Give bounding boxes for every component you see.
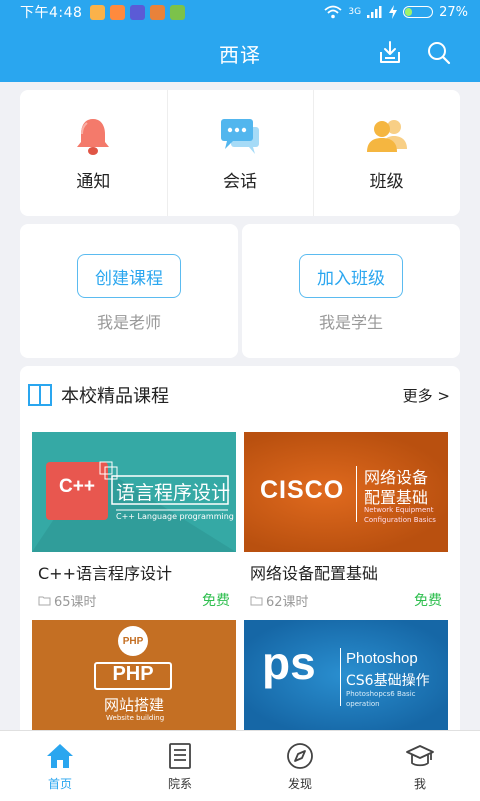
thumb-badge: CISCO xyxy=(260,476,345,504)
course-meta: 62课时 免费 xyxy=(244,590,448,610)
app-notification-icon xyxy=(150,4,166,20)
course-thumbnail: PHP PHP 网站搭建 Website building xyxy=(32,620,236,730)
more-link[interactable]: 更多 > xyxy=(403,385,450,406)
student-caption: 我是学生 xyxy=(318,313,383,332)
status-time: 下午4:48 xyxy=(20,5,83,21)
quick-action-notice[interactable]: 通知 xyxy=(20,90,167,216)
quick-action-class[interactable]: 班级 xyxy=(313,90,460,216)
student-card: 加入班级 我是学生 xyxy=(242,224,460,358)
nav-label: 院系 xyxy=(167,776,192,791)
download-button[interactable] xyxy=(375,38,405,68)
battery-icon xyxy=(403,6,434,18)
thumb-heading: 网站搭建 xyxy=(104,696,165,714)
status-bar: 下午4:48 3G 27% xyxy=(0,0,480,24)
thumb-subtitle: Website building xyxy=(106,714,165,722)
nav-label: 发现 xyxy=(287,776,312,791)
thumb-subtitle: C++ Language programming xyxy=(116,512,234,521)
thumb-badge: C++ xyxy=(59,476,95,497)
thumb-heading-line1: Photoshop xyxy=(346,650,418,667)
thumb-badge: PHP xyxy=(112,663,154,685)
list-icon xyxy=(169,742,191,769)
app-notification-icon xyxy=(110,4,126,20)
thumb-circle: PHP xyxy=(118,626,148,656)
course-card[interactable]: C++ 语言程序设计 C++ Language programming C++语… xyxy=(32,432,236,610)
create-course-button[interactable]: 创建课程 xyxy=(77,254,181,298)
folder-icon xyxy=(38,596,51,605)
status-right: 3G 27% xyxy=(324,5,468,20)
graduation-cap-icon xyxy=(406,744,434,766)
quick-action-chat[interactable]: 会话 xyxy=(166,90,314,216)
nav-label: 我 xyxy=(413,776,426,791)
thumb-divider xyxy=(340,648,341,706)
nav-label: 首页 xyxy=(47,776,72,791)
battery-percent: 27% xyxy=(439,4,468,20)
course-title: C++语言程序设计 xyxy=(38,564,172,583)
search-icon xyxy=(428,42,451,65)
quick-actions-card: 通知 会话 班级 xyxy=(20,90,460,216)
app-notification-icon xyxy=(170,4,186,20)
course-thumbnail: ps Photoshop CS6基础操作 Photoshopcs6 Basic … xyxy=(244,620,448,730)
section-title: 本校精品课程 xyxy=(61,386,169,407)
thumb-divider xyxy=(356,466,357,522)
wifi-icon xyxy=(324,5,342,19)
bell-icon xyxy=(77,118,110,155)
app-notification-icon xyxy=(90,4,106,20)
download-icon xyxy=(380,41,400,63)
notification-icons xyxy=(90,4,186,20)
course-title: 网络设备配置基础 xyxy=(250,564,379,583)
thumb-subtitle-line2: Configuration Basics xyxy=(364,516,436,524)
charging-icon xyxy=(389,5,398,19)
app-notification-icon xyxy=(130,4,146,20)
thumb-heading-line2: 配置基础 xyxy=(364,488,429,507)
course-card[interactable]: CISCO 网络设备 配置基础 Network Equipment Config… xyxy=(244,432,448,610)
course-price: 免费 xyxy=(202,593,230,609)
thumb-subtitle-line1: Network Equipment xyxy=(364,506,434,514)
app-title: 西译 xyxy=(219,42,261,67)
compass-icon xyxy=(287,742,313,769)
course-meta: 65课时 免费 xyxy=(32,590,236,610)
search-button[interactable] xyxy=(424,38,454,68)
battery-fill xyxy=(405,8,413,16)
course-price: 免费 xyxy=(414,593,442,609)
app-header: 西译 xyxy=(0,24,480,82)
course-card[interactable]: PHP PHP 网站搭建 Website building xyxy=(32,620,236,730)
chat-icon xyxy=(221,118,259,154)
teacher-caption: 我是老师 xyxy=(96,313,161,332)
nav-item-me[interactable]: 我 xyxy=(360,731,480,801)
thumb-heading: 语言程序设计 xyxy=(116,482,231,504)
network-type: 3G xyxy=(348,7,362,17)
thumb-subtitle-line2: operation xyxy=(346,700,380,708)
thumb-badge: ps xyxy=(262,637,316,689)
quick-action-label: 通知 xyxy=(76,171,111,192)
quick-action-label: 会话 xyxy=(223,171,257,192)
course-lessons: 65课时 xyxy=(54,594,97,610)
course-card[interactable]: ps Photoshop CS6基础操作 Photoshopcs6 Basic … xyxy=(244,620,448,730)
nav-item-discover[interactable]: 发现 xyxy=(240,731,360,801)
course-lessons: 62课时 xyxy=(266,594,309,610)
join-class-button[interactable]: 加入班级 xyxy=(299,254,403,298)
teacher-card: 创建课程 我是老师 xyxy=(20,224,238,358)
folder-icon xyxy=(250,596,263,605)
thumb-heading-line2: CS6基础操作 xyxy=(346,673,430,689)
quick-action-label: 班级 xyxy=(369,171,404,192)
nav-item-home[interactable]: 首页 xyxy=(0,731,120,801)
signal-icon xyxy=(367,6,382,18)
book-icon xyxy=(28,384,52,406)
course-thumbnail: CISCO 网络设备 配置基础 Network Equipment Config… xyxy=(244,432,448,552)
featured-courses-section: 本校精品课程 更多 > C++ 语言程序设计 C++ Language prog… xyxy=(20,366,460,746)
nav-item-departments[interactable]: 院系 xyxy=(120,731,240,801)
section-header: 本校精品课程 更多 > xyxy=(20,366,460,424)
course-thumbnail: C++ 语言程序设计 C++ Language programming xyxy=(32,432,236,552)
people-icon xyxy=(366,119,407,152)
thumb-subtitle-line1: Photoshopcs6 Basic xyxy=(346,690,416,698)
bottom-navigation: 首页 院系 发现 我 xyxy=(0,730,480,801)
home-icon xyxy=(47,743,73,768)
